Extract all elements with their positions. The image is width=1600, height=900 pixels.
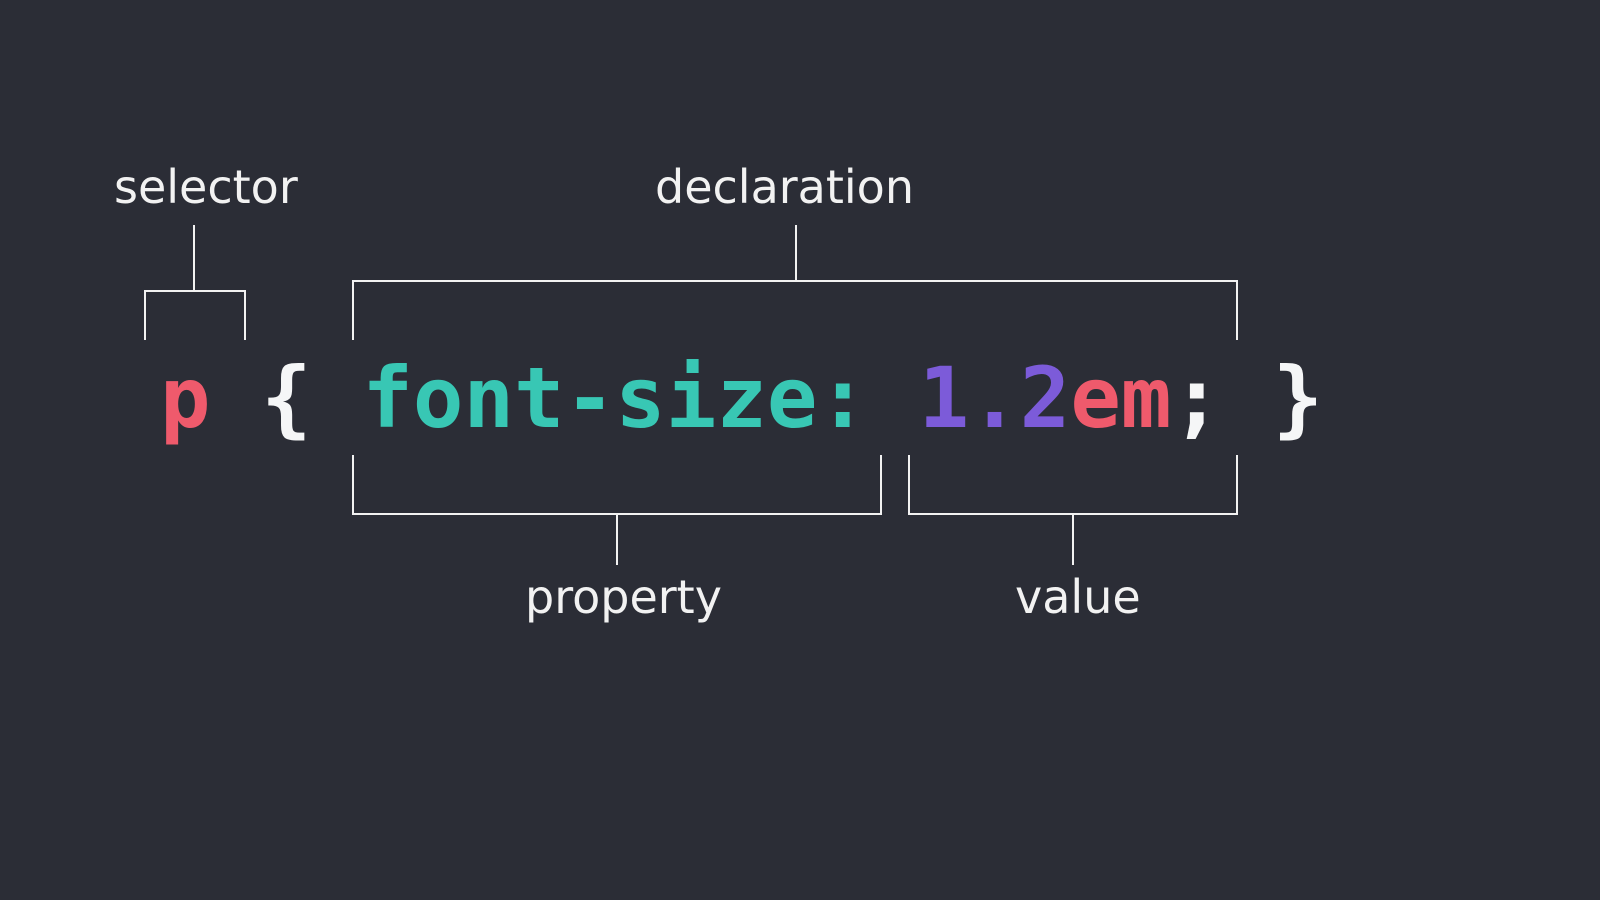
label-property: property [525, 570, 722, 624]
code-line: p { font-size: 1.2em; } [0, 356, 1600, 440]
tick-selector [193, 225, 195, 290]
token-unit: em [1070, 356, 1171, 440]
token-colon: : [817, 356, 868, 440]
tick-property [616, 515, 618, 565]
label-value: value [1015, 570, 1141, 624]
token-number: 1.2 [919, 356, 1071, 440]
label-declaration: declaration [655, 160, 914, 214]
tick-declaration [795, 225, 797, 280]
token-property: font-size [362, 356, 817, 440]
token-brace-open: { [261, 356, 312, 440]
token-selector: p [160, 356, 211, 440]
token-brace-close: } [1273, 356, 1324, 440]
token-space1 [211, 356, 262, 440]
bracket-property [352, 455, 882, 515]
bracket-declaration [352, 280, 1238, 340]
bracket-value [908, 455, 1238, 515]
token-space3 [868, 356, 919, 440]
token-space4 [1222, 356, 1273, 440]
label-selector: selector [114, 160, 298, 214]
tick-value [1072, 515, 1074, 565]
token-space2 [312, 356, 363, 440]
bracket-selector [144, 290, 246, 340]
css-rule-diagram: selector declaration p { font-size: 1.2e… [0, 0, 1600, 900]
token-semicolon: ; [1172, 356, 1223, 440]
